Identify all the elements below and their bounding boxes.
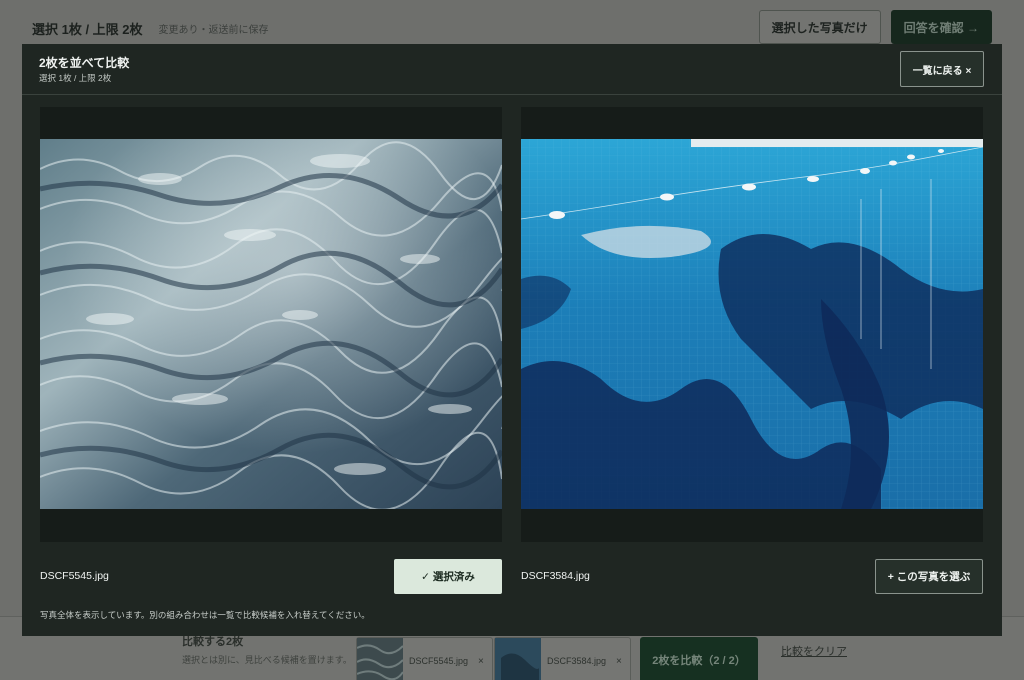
water-surface-photo[interactable] (40, 139, 502, 509)
modal-note: 写真全体を表示しています。別の組み合わせは一覧で比較候補を入れ替えてください。 (40, 610, 370, 620)
selected-button[interactable]: ✓ 選択済み (394, 559, 502, 594)
confirm-answer-button[interactable]: 回答を確認 → (890, 10, 992, 44)
chip-thumbnail (357, 638, 403, 680)
clear-compare-link[interactable]: 比較をクリア (781, 643, 847, 659)
modal-title: 2枚を並べて比較 (39, 56, 130, 70)
chip-filename: DSCF3584.jpg (547, 656, 607, 666)
selection-count-title: 選択 1枚 / 上限 2枚 (32, 21, 143, 37)
modal-subtitle: 選択 1枚 / 上限 2枚 (39, 73, 112, 83)
chip-filename: DSCF5545.jpg (409, 656, 469, 666)
compare-tray-note: 選択とは別に、見比べる候補を置けます。 (182, 655, 352, 665)
right-photo-pane (521, 107, 983, 542)
compare-chip[interactable]: DSCF5545.jpg × (356, 637, 493, 680)
chip-remove-icon[interactable]: × (616, 656, 622, 667)
left-photo-pane (40, 107, 502, 542)
compare-chip[interactable]: DSCF3584.jpg × (494, 637, 631, 680)
header-actions: 選択した写真だけ 回答を確認 → (758, 10, 992, 44)
compare-two-button[interactable]: 2枚を比較（2 / 2） (640, 637, 758, 680)
left-filename: DSCF5545.jpg (40, 570, 109, 582)
chip-thumbnail (495, 638, 541, 680)
back-to-list-button[interactable]: 一覧に戻る × (900, 51, 984, 87)
choose-photo-button[interactable]: + この写真を選ぶ (875, 559, 983, 594)
right-filename: DSCF3584.jpg (521, 570, 590, 582)
chip-remove-icon[interactable]: × (478, 656, 484, 667)
selected-only-button[interactable]: 選択した写真だけ (758, 10, 881, 44)
pool-photo[interactable] (521, 139, 983, 509)
save-status: 変更あり・返送前に保存 (158, 24, 269, 36)
compare-modal: 2枚を並べて比較 選択 1枚 / 上限 2枚 一覧に戻る × DSCF5545.… (22, 44, 1002, 636)
modal-header: 2枚を並べて比較 選択 1枚 / 上限 2枚 一覧に戻る × (22, 44, 1002, 95)
